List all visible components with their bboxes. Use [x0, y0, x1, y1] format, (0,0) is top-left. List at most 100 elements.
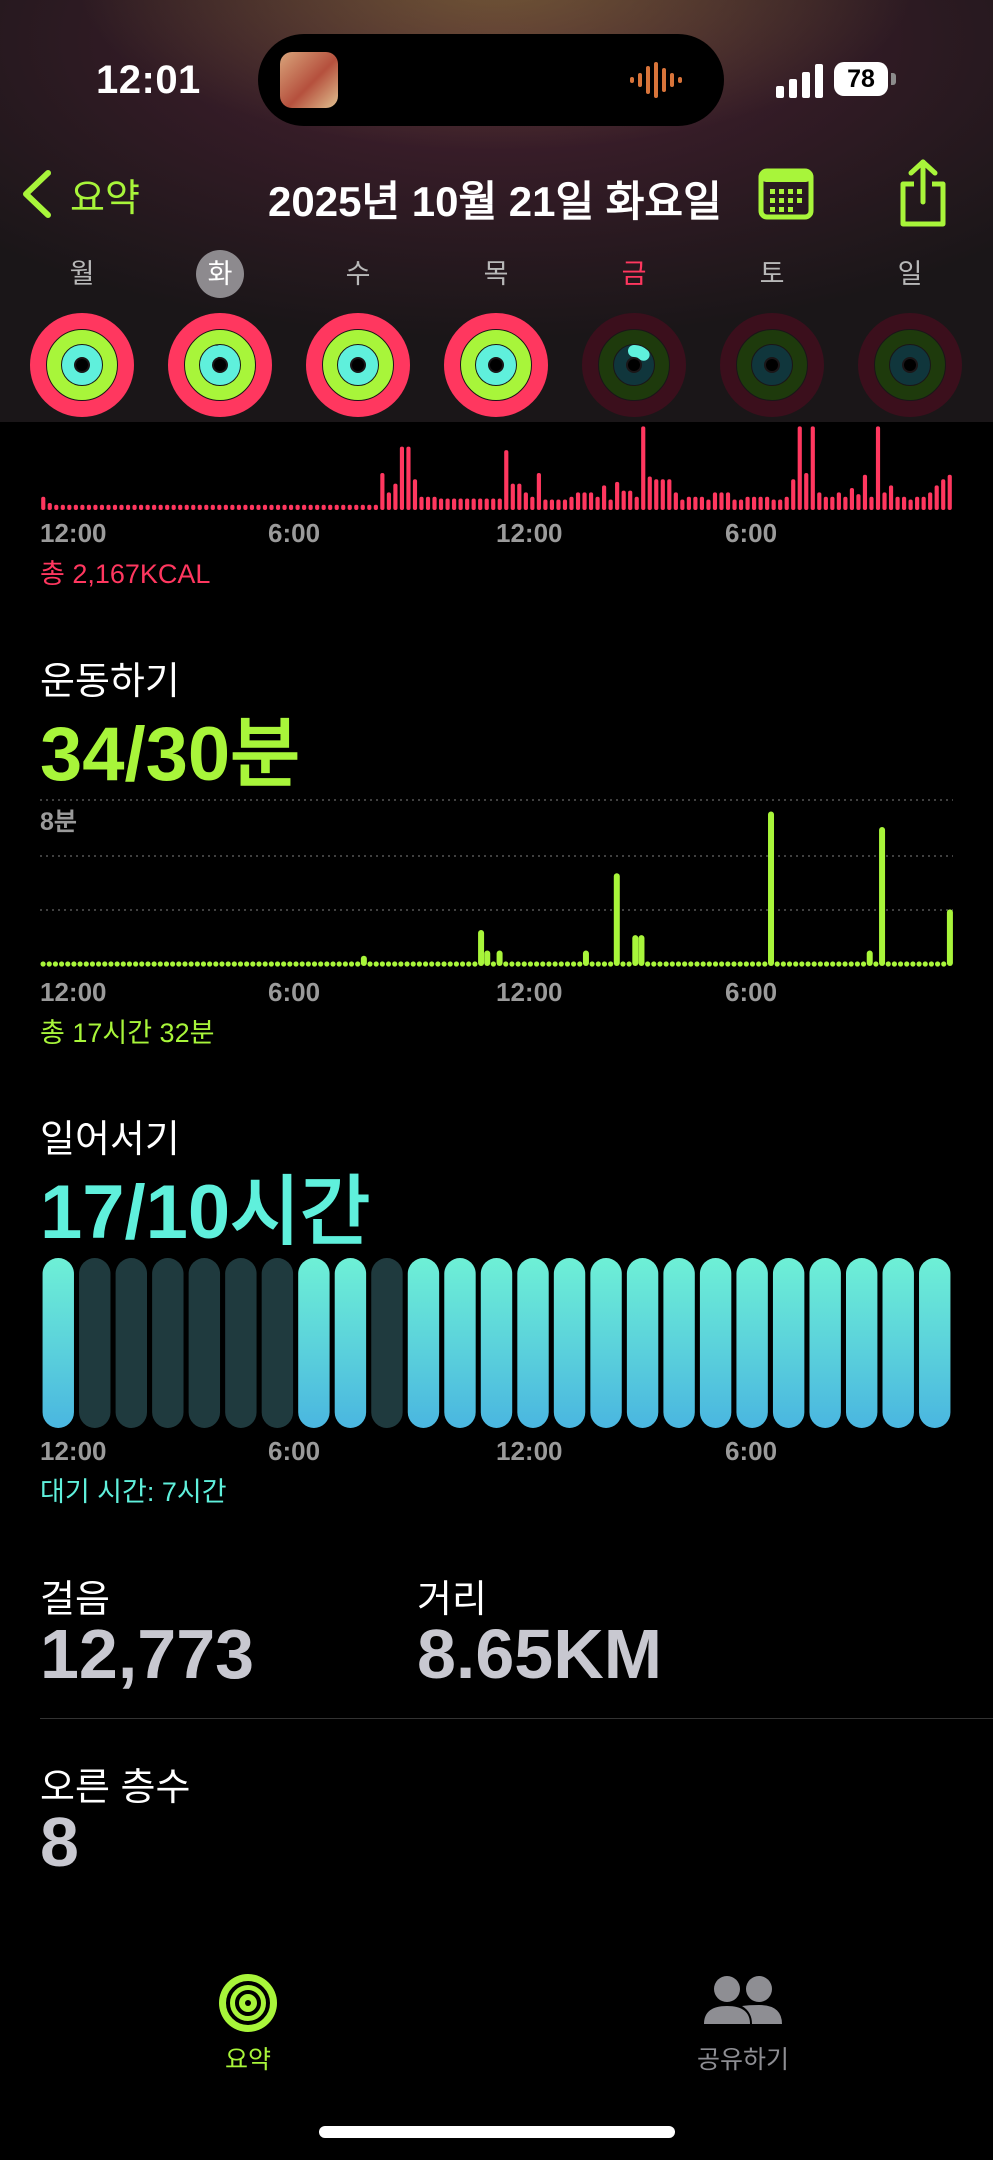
exercise-dot	[706, 961, 712, 967]
exercise-dot	[897, 961, 904, 967]
move-bar	[732, 499, 737, 510]
move-bar	[667, 479, 672, 510]
day-2[interactable]: 수	[303, 250, 413, 418]
tick-label: 6:00	[725, 977, 778, 1007]
stand-hour-bar	[736, 1258, 768, 1428]
move-bar	[106, 504, 111, 510]
move-bar	[471, 498, 476, 510]
exercise-dot	[157, 961, 163, 967]
tick-label: 12:00	[40, 1436, 107, 1466]
move-bar	[510, 483, 515, 510]
stand-hour-bar	[919, 1258, 951, 1428]
ring-center	[352, 359, 364, 371]
move-bar	[458, 498, 463, 510]
day-label: 월	[69, 259, 95, 289]
exercise-dot	[509, 961, 515, 967]
move-bar	[386, 492, 391, 510]
share-icon[interactable]	[898, 158, 948, 228]
tab-summary-label: 요약	[224, 2046, 271, 2074]
exercise-dot	[805, 961, 811, 967]
stand-hour-bar	[517, 1258, 549, 1428]
exercise-dot	[836, 961, 842, 967]
exercise-dot	[885, 961, 891, 967]
calendar-icon[interactable]	[758, 168, 814, 220]
exercise-dot	[330, 961, 336, 967]
exercise-dot	[799, 961, 805, 967]
move-bar	[288, 504, 294, 510]
move-bar	[712, 492, 718, 510]
exercise-dot	[749, 961, 756, 967]
exercise-dot	[392, 961, 398, 967]
move-bar	[745, 496, 750, 510]
move-bar	[152, 504, 157, 510]
move-bar	[791, 479, 796, 510]
move-bar	[295, 504, 300, 510]
day-4[interactable]: 금	[579, 250, 689, 418]
exercise-dot	[669, 961, 675, 967]
exercise-bar	[360, 955, 367, 966]
stand-hour-bar-inactive	[225, 1258, 257, 1428]
exercise-dot	[231, 961, 237, 967]
move-bar	[588, 492, 594, 510]
tick-label: 6:00	[725, 1436, 778, 1466]
exercise-dot	[163, 961, 170, 967]
ring-center	[904, 359, 916, 371]
tab-sharing[interactable]: 공유하기	[683, 1950, 803, 2076]
tab-bar: 요약 공유하기	[0, 1950, 993, 2100]
tab-summary[interactable]: 요약	[188, 1950, 308, 2076]
dynamic-island[interactable]	[258, 34, 724, 126]
stand-hour-bar	[553, 1258, 586, 1428]
day-1[interactable]: 화	[165, 250, 275, 418]
page-title: 2025년 10월 21일 화요일	[268, 178, 722, 225]
day-label: 목	[483, 259, 509, 289]
move-bar	[243, 504, 248, 510]
move-bar	[758, 496, 763, 510]
exercise-dot	[77, 961, 83, 967]
exercise-bar	[946, 909, 953, 966]
back-button[interactable]: 요약	[20, 168, 140, 220]
move-bar	[452, 498, 457, 510]
home-indicator[interactable]	[319, 2126, 675, 2138]
exercise-dot	[756, 961, 762, 967]
exercise-total: 총 17시간 32분	[40, 1018, 215, 1048]
exercise-dot	[120, 961, 126, 967]
move-bar	[171, 504, 176, 510]
exercise-dot	[447, 961, 453, 967]
day-6[interactable]: 일	[855, 250, 965, 418]
exercise-bar	[879, 826, 886, 966]
exercise-dot	[854, 961, 860, 967]
exercise-dot	[126, 961, 133, 967]
move-bar	[888, 485, 894, 510]
exercise-dot	[595, 961, 601, 967]
activity-ring-icon	[168, 313, 272, 417]
exercise-dot	[817, 961, 823, 967]
move-bar	[836, 492, 841, 510]
exercise-dot	[601, 961, 608, 967]
tick-label: 6:00	[268, 518, 321, 548]
tick-label: 6:00	[268, 1436, 321, 1466]
stand-hour-bar	[298, 1258, 330, 1428]
exercise-dot	[737, 961, 743, 967]
move-bar	[360, 504, 365, 510]
day-3[interactable]: 목	[441, 250, 551, 418]
move-bar	[706, 499, 711, 510]
day-5[interactable]: 토	[717, 250, 827, 418]
day-0[interactable]: 월	[27, 250, 137, 418]
exercise-dot	[404, 961, 410, 967]
day-label: 일	[897, 259, 923, 289]
move-bar	[230, 504, 235, 510]
exercise-gridline-label: 8분	[40, 808, 77, 836]
stand-hour-bar-inactive	[152, 1258, 184, 1428]
move-bar	[262, 504, 268, 510]
exercise-dot	[700, 961, 706, 967]
move-bar	[165, 504, 170, 510]
exercise-dot	[453, 961, 460, 967]
distance-value: 8.65KM	[417, 1615, 663, 1693]
exercise-dot	[151, 961, 157, 967]
stand-hour-bar	[42, 1258, 74, 1428]
exercise-dot	[311, 961, 318, 967]
exercise-dot	[466, 961, 472, 967]
day-label: 금	[621, 259, 647, 289]
move-bar	[425, 496, 431, 510]
ring-center	[76, 359, 88, 371]
